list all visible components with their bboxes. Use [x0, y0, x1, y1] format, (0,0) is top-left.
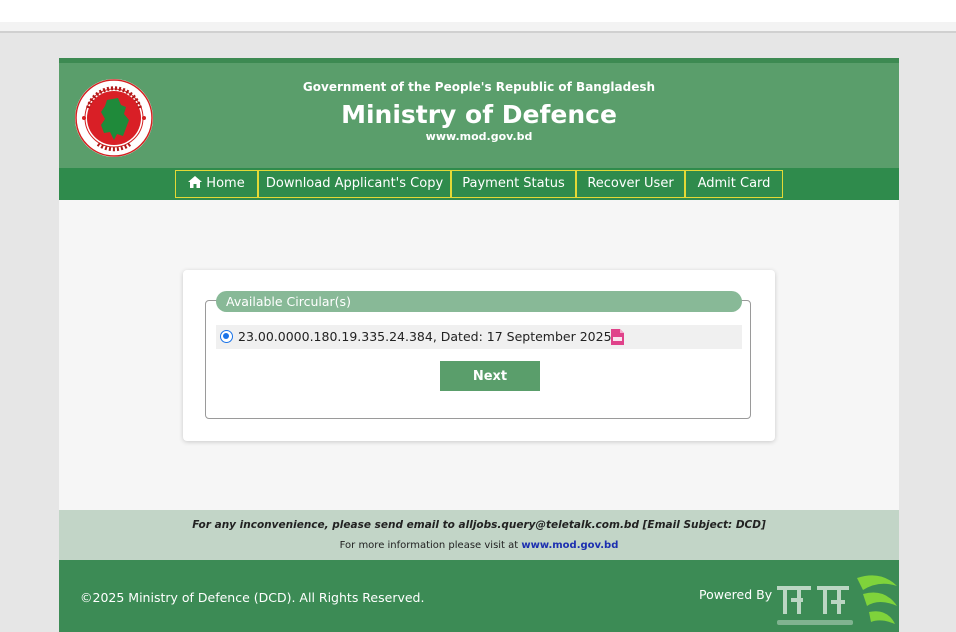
ministry-title: Ministry of Defence [341, 100, 617, 129]
government-title: Government of the People's Republic of B… [302, 80, 656, 94]
nav-home-label: Home [206, 176, 245, 191]
page-container: Government of the People's Republic of B… [59, 58, 899, 632]
info-bar: For any inconvenience, please send email… [59, 510, 899, 560]
pdf-icon[interactable] [611, 329, 624, 345]
teletalk-logo[interactable] [771, 566, 899, 630]
more-info-text: For more information please visit at [339, 540, 522, 551]
top-divider [0, 22, 956, 33]
nav-admit-card[interactable]: Admit Card [685, 170, 783, 198]
circular-label: 23.00.0000.180.19.335.24.384, Dated: 17 … [238, 329, 612, 344]
copyright-text: ©2025 Ministry of Defence (DCD). All Rig… [80, 590, 425, 605]
nav-payment-status[interactable]: Payment Status [451, 170, 576, 198]
circular-fieldset [205, 300, 751, 419]
website-url: www.mod.gov.bd [425, 130, 533, 143]
support-email-note: For any inconvenience, please send email… [192, 519, 766, 531]
circular-legend: Available Circular(s) [216, 291, 742, 312]
nav-home[interactable]: Home [175, 170, 258, 198]
nav-download-applicant-copy[interactable]: Download Applicant's Copy [258, 170, 451, 198]
powered-by-text: Powered By [699, 587, 773, 602]
circular-list-item[interactable]: 23.00.0000.180.19.335.24.384, Dated: 17 … [216, 325, 742, 349]
browser-top-strip [0, 0, 956, 22]
site-header: Government of the People's Republic of B… [59, 58, 899, 168]
mod-website-link[interactable]: www.mod.gov.bd [521, 540, 618, 551]
home-icon [188, 176, 203, 188]
next-button[interactable]: Next [440, 361, 540, 391]
circular-card: Available Circular(s) 23.00.0000.180.19.… [183, 270, 775, 441]
circular-radio[interactable] [220, 330, 233, 343]
main-nav: Home Download Applicant's Copy Payment S… [59, 168, 899, 200]
site-footer: ©2025 Ministry of Defence (DCD). All Rig… [59, 560, 899, 632]
nav-recover-user[interactable]: Recover User [576, 170, 685, 198]
more-info-note: For more information please visit at www… [59, 540, 899, 551]
